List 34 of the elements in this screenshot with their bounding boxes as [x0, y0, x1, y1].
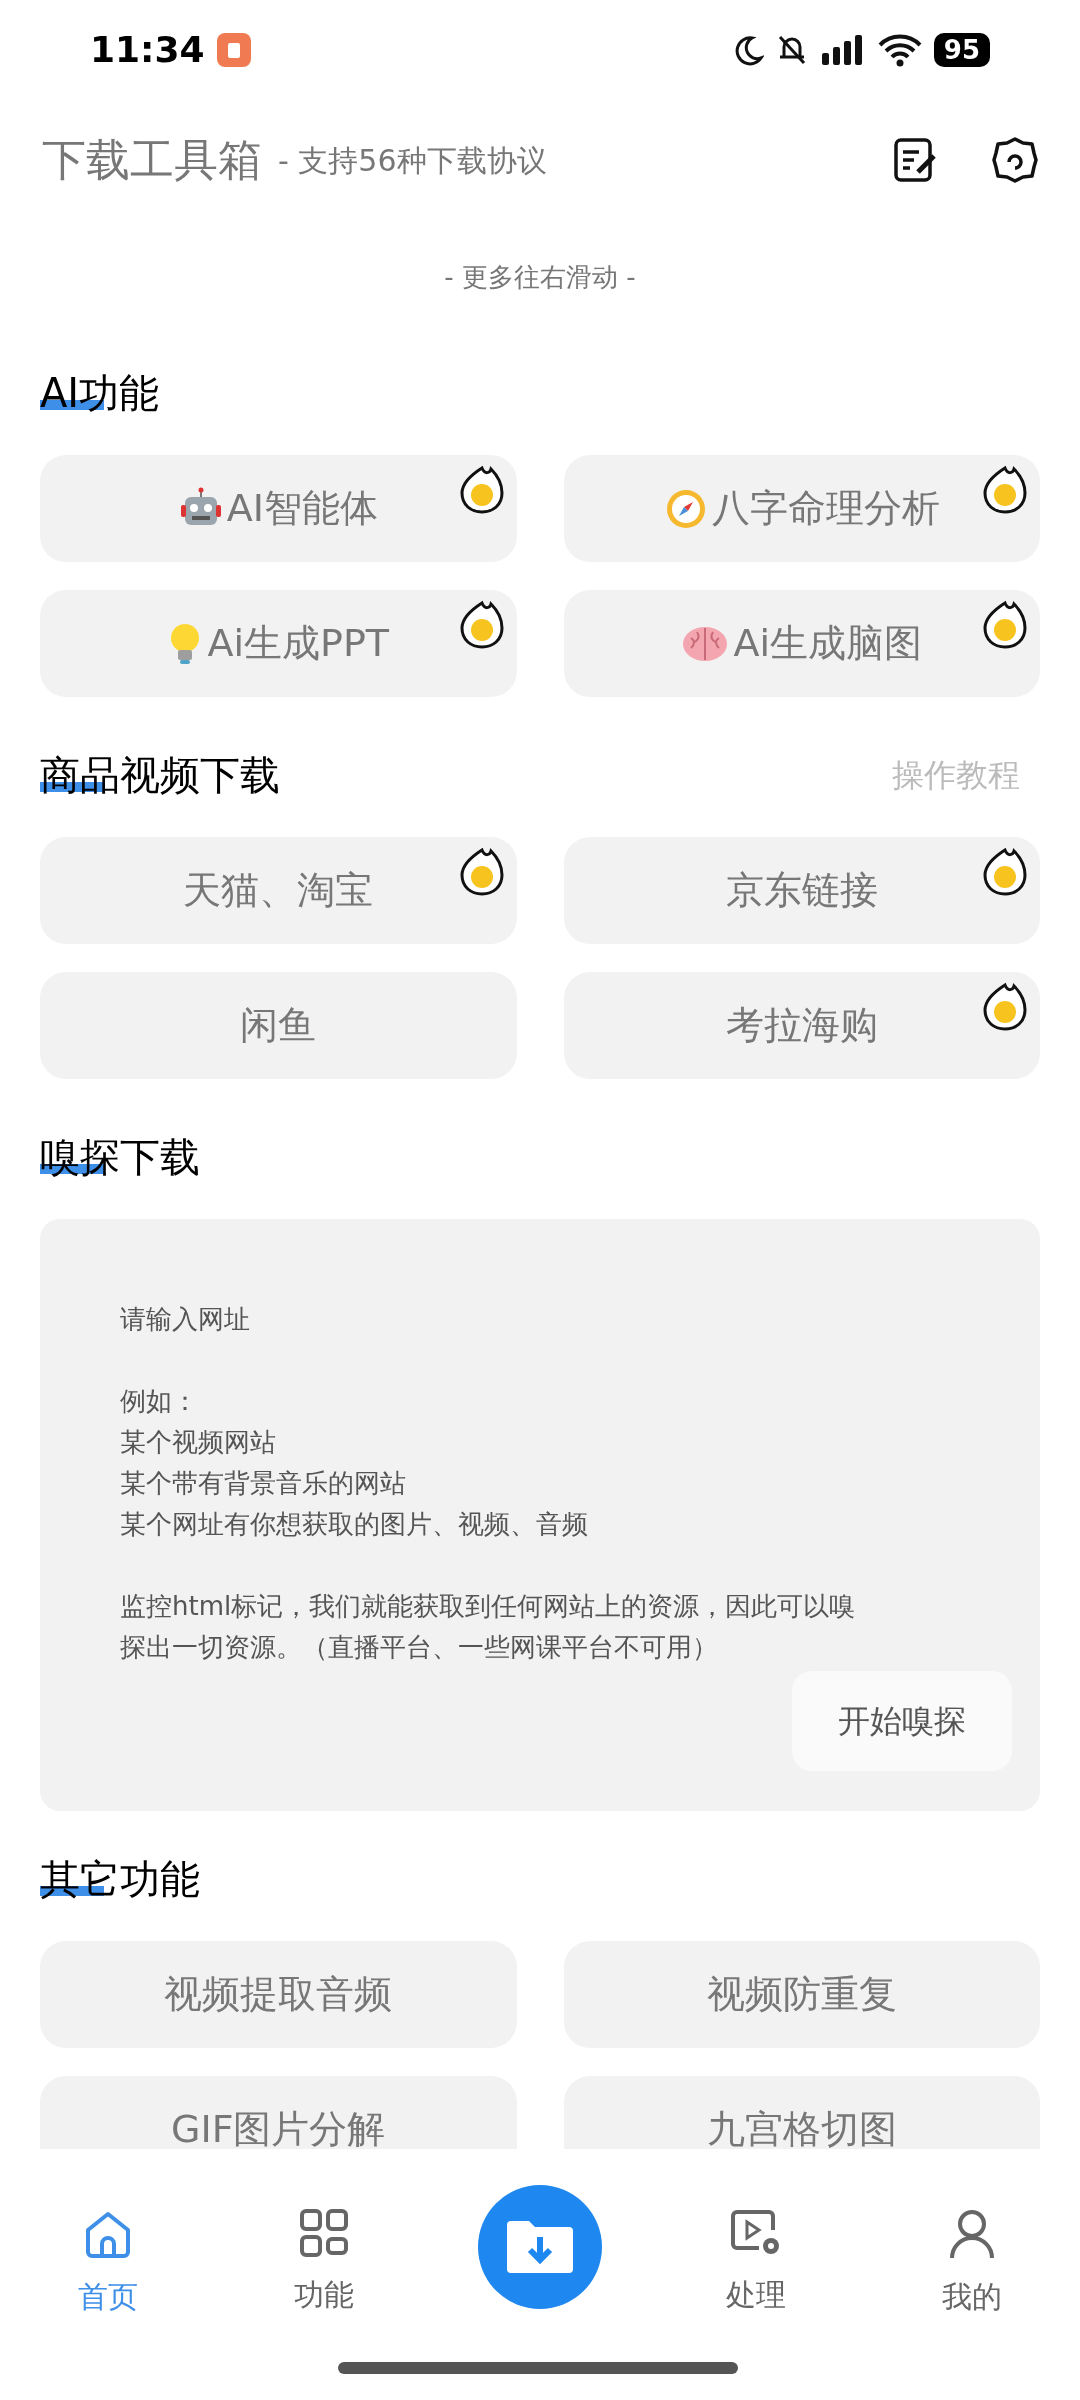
feature-button[interactable]: GIF图片分解: [40, 2076, 517, 2149]
feature-button[interactable]: Ai生成脑图: [563, 590, 1040, 697]
scroll-hint: - 更多往右滑动 -: [444, 261, 636, 294]
feature-button[interactable]: 闲鱼: [40, 972, 517, 1079]
status-time: 11:34: [90, 28, 205, 72]
app-title: 下载工具箱: [42, 133, 262, 187]
nav-tab[interactable]: 我的: [864, 2208, 1080, 2319]
feature-button[interactable]: 视频防重复: [563, 1941, 1040, 2048]
feature-button[interactable]: 视频提取音频: [40, 1941, 517, 2048]
start-sniff-button[interactable]: 开始嗅探: [792, 1671, 1012, 1771]
feature-button[interactable]: 八字命理分析: [563, 455, 1040, 562]
app-notification-icon: [216, 33, 251, 67]
placeholder-text: 某个网址有你想获取的图片、视频、音频: [120, 1508, 589, 1541]
nav-tab[interactable]: 功能: [216, 2208, 432, 2317]
feature-button[interactable]: 考拉海购: [563, 972, 1040, 1079]
nav-tab[interactable]: 处理: [648, 2208, 864, 2317]
placeholder-text: 例如：: [120, 1385, 199, 1418]
settings-icon[interactable]: [990, 135, 1040, 185]
feature-button[interactable]: 九宫格切图: [563, 2076, 1040, 2149]
placeholder-text: 某个带有背景音乐的网站: [120, 1467, 407, 1500]
wifi-icon: [877, 33, 922, 67]
placeholder-text: 某个视频网站: [120, 1426, 277, 1459]
feature-button[interactable]: AI智能体: [40, 455, 517, 562]
placeholder-text: 监控html标记，我们就能获取到任何网站上的资源，因此可以嗅探出一切资源。（直播平台、一些网课平台不可用）: [120, 1590, 857, 1664]
battery-indicator: 95: [933, 33, 990, 67]
app-subtitle: - 支持56种下载协议: [278, 141, 547, 180]
grid-icon: [299, 2208, 349, 2258]
feature-button[interactable]: 京东链接: [563, 837, 1040, 944]
feature-button[interactable]: 天猫、淘宝: [40, 837, 517, 944]
feature-button[interactable]: Ai生成PPT: [40, 590, 517, 697]
person-icon: [948, 2208, 996, 2260]
nav-tab[interactable]: 首页: [0, 2208, 216, 2319]
url-input-area[interactable]: 请输入网址 例如： 某个视频网站 某个带有背景音乐的网站 某个网址有你想获取的图片、视频、音频 监控html标记，我们就能获取到任何网站上的资源，因此可以嗅探出一切资源。（直播平台、一些网课平台不可用） 开始嗅探: [40, 1219, 1040, 1811]
placeholder-text: 请输入网址: [120, 1303, 251, 1336]
